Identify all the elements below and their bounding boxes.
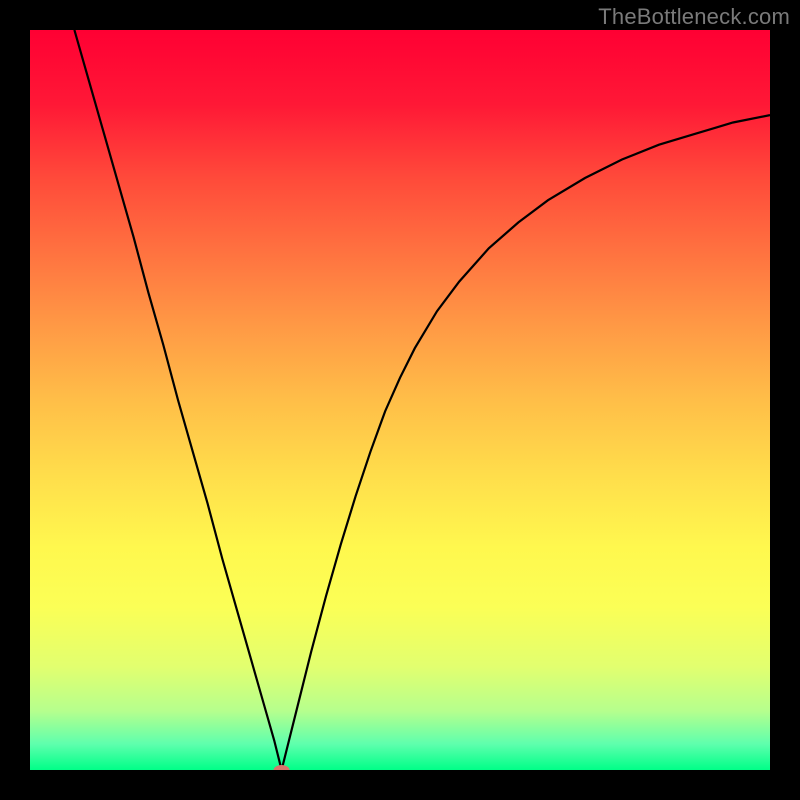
chart-frame: TheBottleneck.com [0,0,800,800]
watermark-text: TheBottleneck.com [598,4,790,30]
gradient-background [30,30,770,770]
plot-area [30,30,770,770]
bottleneck-chart [30,30,770,770]
